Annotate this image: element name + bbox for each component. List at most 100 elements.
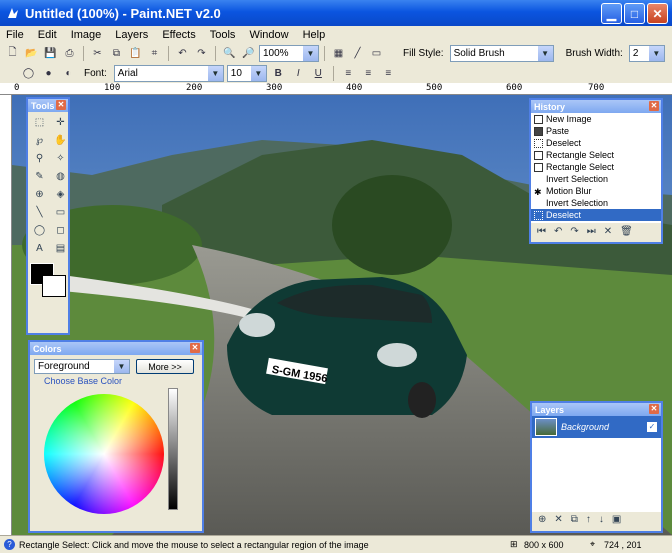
history-item[interactable]: Invert Selection	[531, 173, 661, 185]
menu-effects[interactable]: Effects	[162, 29, 195, 41]
trash-icon[interactable]: 🗑	[620, 226, 633, 237]
lasso-icon[interactable]: ℘	[30, 132, 49, 149]
italic-button[interactable]: I	[290, 65, 307, 82]
ruler-mark: 600	[506, 83, 523, 93]
color-swatch[interactable]	[30, 263, 68, 297]
delete-icon[interactable]: ✕	[604, 226, 612, 237]
maximize-button[interactable]: □	[624, 3, 645, 24]
rewind-icon[interactable]: ⏮	[537, 226, 546, 237]
underline-button[interactable]: U	[310, 65, 327, 82]
text-icon[interactable]: A	[30, 240, 49, 257]
rulers-icon[interactable]: ▭	[368, 45, 385, 62]
menu-window[interactable]: Window	[249, 29, 288, 41]
history-item[interactable]: Paste	[531, 125, 661, 137]
more-button[interactable]: More >>	[136, 359, 194, 374]
pencil-icon[interactable]: ✎	[30, 168, 49, 185]
font-combo[interactable]: Arial ▼	[113, 64, 224, 82]
paste-icon[interactable]: 📋	[127, 45, 144, 62]
move-up-icon[interactable]: ↑	[586, 514, 591, 525]
history-item[interactable]: Deselect	[531, 137, 661, 149]
ellipse-icon[interactable]: ◯	[30, 222, 49, 239]
recolor-icon[interactable]: ◈	[51, 186, 68, 203]
grid-icon[interactable]: ▦	[330, 45, 347, 62]
move-icon[interactable]: ✛	[51, 114, 68, 131]
zoom-out-icon[interactable]: 🔍	[221, 45, 238, 62]
menu-file[interactable]: File	[6, 29, 24, 41]
history-item[interactable]: Rectangle Select	[531, 161, 661, 173]
history-panel: History ✕ New Image Paste Deselect Recta…	[529, 98, 663, 244]
crop-icon[interactable]: ⌗	[146, 45, 163, 62]
delete-layer-icon[interactable]: ✕	[554, 514, 562, 525]
undo-icon[interactable]: ↶	[554, 226, 562, 237]
history-item-label: Rectangle Select	[546, 162, 615, 172]
zoom-icon[interactable]: ⚲	[30, 150, 49, 167]
history-item[interactable]: Invert Selection	[531, 197, 661, 209]
zoom-combo[interactable]: 100% ▼	[259, 44, 319, 62]
bold-button[interactable]: B	[270, 65, 287, 82]
save-icon[interactable]: 💾	[42, 45, 59, 62]
gradient-icon[interactable]: ▤	[51, 240, 68, 257]
menu-edit[interactable]: Edit	[38, 29, 57, 41]
history-item[interactable]: Rectangle Select	[531, 149, 661, 161]
history-item-label: Deselect	[546, 210, 582, 220]
image-size: 800 x 600	[524, 539, 564, 550]
align-center-icon[interactable]: ≡	[360, 65, 377, 82]
eraser-icon[interactable]: ◻	[51, 222, 68, 239]
pen-icon[interactable]: ╱	[349, 45, 366, 62]
redo-icon[interactable]: ↷	[570, 226, 578, 237]
zoom-in-icon[interactable]: 🔎	[240, 45, 257, 62]
rectangle-icon[interactable]: ▭	[51, 204, 68, 221]
menu-help[interactable]: Help	[303, 29, 326, 41]
clone-icon[interactable]: ⊕	[30, 186, 49, 203]
redo-icon[interactable]: ↷	[193, 45, 210, 62]
history-item[interactable]: ✱ Motion Blur	[531, 185, 661, 197]
paint-bucket-icon[interactable]: ◍	[51, 168, 68, 185]
magic-wand-icon[interactable]: ✧	[51, 150, 68, 167]
print-icon[interactable]: ⎙	[61, 45, 78, 62]
font-size-combo[interactable]: 10 ▼	[226, 64, 267, 82]
close-icon[interactable]: ✕	[56, 100, 66, 110]
layer-name: Background	[561, 422, 610, 432]
alpha-icon[interactable]: ◐	[60, 65, 77, 82]
rect-select-icon	[534, 162, 543, 172]
close-icon[interactable]: ✕	[649, 404, 659, 414]
antialias-icon[interactable]: ◯	[20, 65, 37, 82]
align-left-icon[interactable]: ≡	[340, 65, 357, 82]
value-slider[interactable]	[168, 388, 178, 510]
menu-layers[interactable]: Layers	[115, 29, 148, 41]
close-icon[interactable]: ✕	[190, 343, 200, 353]
copy-icon[interactable]: ⧉	[108, 45, 125, 62]
brush-width-combo[interactable]: 2 ▼	[628, 44, 665, 62]
pan-icon[interactable]: ✋	[51, 132, 68, 149]
layer-properties-icon[interactable]: ▣	[612, 514, 621, 525]
move-down-icon[interactable]: ↓	[599, 514, 604, 525]
layer-row[interactable]: Background ✓	[532, 416, 661, 438]
visibility-checkbox[interactable]: ✓	[647, 422, 657, 432]
align-right-icon[interactable]: ≡	[380, 65, 397, 82]
history-item[interactable]: New Image	[531, 113, 661, 125]
history-item-selected[interactable]: Deselect	[531, 209, 661, 221]
menu-image[interactable]: Image	[71, 29, 102, 41]
new-icon[interactable]: 🗋	[4, 45, 21, 62]
open-icon[interactable]: 📂	[23, 45, 40, 62]
blend-icon[interactable]: ●	[40, 65, 57, 82]
add-layer-icon[interactable]: ⊕	[538, 514, 546, 525]
minimize-button[interactable]: ▁	[601, 3, 622, 24]
undo-icon[interactable]: ↶	[174, 45, 191, 62]
close-icon[interactable]: ✕	[649, 101, 659, 111]
line-icon[interactable]: ╲	[30, 204, 49, 221]
fast-forward-icon[interactable]: ⏭	[587, 226, 596, 237]
ruler-mark: 0	[14, 83, 20, 93]
color-wheel-overlay	[44, 394, 164, 514]
colors-title-text: Colors	[33, 343, 62, 354]
history-item-label: Motion Blur	[546, 186, 592, 196]
rect-select-icon[interactable]: ⬚	[30, 114, 49, 131]
color-mode-combo[interactable]: Foreground ▼	[34, 359, 130, 374]
cut-icon[interactable]: ✂	[89, 45, 106, 62]
ruler-mark: 200	[186, 83, 203, 93]
cursor-position: 724 , 201	[604, 539, 642, 550]
menu-tools[interactable]: Tools	[210, 29, 236, 41]
fill-style-combo[interactable]: Solid Brush ▼	[449, 44, 554, 62]
duplicate-layer-icon[interactable]: ⧉	[571, 514, 578, 525]
close-button[interactable]: ✕	[647, 3, 668, 24]
